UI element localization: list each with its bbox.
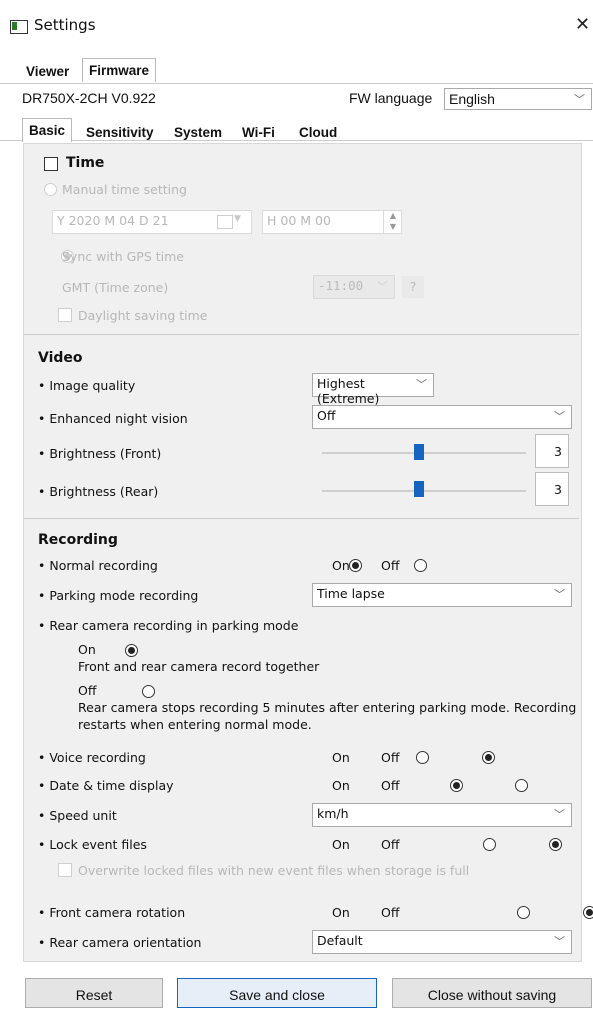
datetime-on-label: On	[332, 778, 350, 793]
rear-parking-on-label: On	[78, 642, 96, 657]
tab-wifi[interactable]: Wi-Fi	[236, 121, 281, 144]
voice-on-label: On	[332, 750, 350, 765]
speed-unit-label: • Speed unit	[38, 808, 117, 823]
image-quality-label: • Image quality	[38, 378, 136, 393]
front-rotation-on-label: On	[332, 905, 350, 920]
lock-off-label: Off	[381, 837, 400, 852]
night-vision-select[interactable]: Off ﹀	[312, 405, 572, 429]
voice-off-radio[interactable]	[481, 751, 495, 764]
normal-recording-on-radio[interactable]	[348, 559, 362, 572]
chevron-down-icon: ﹀	[377, 280, 388, 293]
tab-system[interactable]: System	[168, 121, 228, 144]
chevron-down-icon: ﹀	[574, 94, 585, 106]
manual-time-radio[interactable]	[44, 183, 57, 196]
front-rotation-label: • Front camera rotation	[38, 905, 186, 920]
save-close-button[interactable]: Save and close	[177, 978, 377, 1008]
calendar-icon[interactable]	[217, 215, 233, 229]
model-version: DR750X-2CH V0.922	[22, 90, 156, 106]
brightness-rear-label: • Brightness (Rear)	[38, 484, 159, 499]
gps-time-label: Sync with GPS time	[62, 249, 184, 264]
recording-section-title: Recording	[38, 532, 118, 548]
chevron-down-icon: ﹀	[416, 378, 427, 391]
parking-mode-select[interactable]: Time lapse ﹀	[312, 583, 572, 607]
rear-orientation-label: • Rear camera orientation	[38, 935, 202, 950]
close-without-saving-button[interactable]: Close without saving	[392, 978, 592, 1008]
image-quality-select[interactable]: Highest (Extreme) ﹀	[312, 373, 434, 406]
night-vision-label: • Enhanced night vision	[38, 411, 188, 426]
gmt-label: GMT (Time zone)	[62, 280, 169, 295]
tab-cloud[interactable]: Cloud	[293, 121, 343, 144]
window-title: Settings	[34, 16, 96, 34]
section-divider	[24, 518, 579, 519]
rear-parking-on-desc: Front and rear camera record together	[78, 659, 320, 674]
brightness-rear-thumb[interactable]	[414, 481, 424, 497]
front-rotation-off-radio[interactable]	[582, 906, 593, 919]
datetime-off-label: Off	[381, 778, 400, 793]
speed-unit-select[interactable]: km/h ﹀	[312, 803, 572, 827]
manual-time-label: Manual time setting	[62, 182, 187, 197]
fw-language-select[interactable]: English ﹀	[444, 88, 592, 110]
rear-parking-off-desc-1: Rear camera stops recording 5 minutes af…	[78, 700, 577, 715]
date-field[interactable]: Y 2020 M 04 D 21 ▼	[52, 210, 252, 234]
tab-firmware[interactable]: Firmware	[82, 58, 157, 82]
app-icon	[10, 20, 28, 34]
night-vision-value: Off	[317, 408, 336, 423]
tab-sensitivity[interactable]: Sensitivity	[80, 121, 160, 144]
rear-orientation-value: Default	[317, 933, 363, 948]
brightness-front-value: 3	[535, 434, 569, 468]
front-rotation-on-radio[interactable]	[516, 906, 530, 919]
image-quality-value: Highest (Extreme)	[317, 376, 380, 406]
fw-language-value: English	[449, 91, 495, 107]
gmt-help-button[interactable]: ?	[402, 276, 424, 298]
voice-recording-label: • Voice recording	[38, 750, 146, 765]
normal-recording-on-label: On	[332, 558, 350, 573]
time-stepper[interactable]: ▲ ▼	[383, 210, 402, 234]
reset-button[interactable]: Reset	[25, 978, 163, 1008]
datetime-display-label: • Date & time display	[38, 778, 174, 793]
front-rotation-off-label: Off	[381, 905, 400, 920]
chevron-down-icon: ▼	[234, 214, 241, 224]
voice-on-radio[interactable]	[415, 751, 429, 764]
normal-recording-label: • Normal recording	[38, 558, 158, 573]
tab-viewer[interactable]: Viewer	[20, 60, 75, 83]
lock-event-label: • Lock event files	[38, 837, 147, 852]
rear-parking-label: • Rear camera recording in parking mode	[38, 618, 299, 633]
brightness-front-label: • Brightness (Front)	[38, 446, 162, 461]
close-icon[interactable]: ✕	[575, 14, 590, 35]
date-value: Y 2020 M 04 D 21	[57, 213, 169, 228]
overwrite-checkbox[interactable]	[58, 863, 72, 877]
overwrite-label: Overwrite locked files with new event fi…	[78, 863, 470, 878]
parking-mode-label: • Parking mode recording	[38, 588, 199, 603]
time-checkbox[interactable]	[44, 157, 58, 171]
brightness-front-track[interactable]	[322, 452, 526, 454]
gmt-select[interactable]: -11:00 ﹀	[313, 275, 395, 299]
section-divider	[24, 334, 579, 335]
voice-off-label: Off	[381, 750, 400, 765]
dst-label: Daylight saving time	[78, 308, 208, 323]
datetime-on-radio[interactable]	[449, 779, 463, 792]
brightness-rear-value: 3	[535, 472, 569, 506]
tab-basic[interactable]: Basic	[22, 118, 73, 142]
chevron-down-icon: ﹀	[554, 588, 565, 601]
gmt-value: -11:00	[318, 278, 364, 293]
rear-parking-off-label: Off	[78, 683, 97, 698]
time-section-title: Time	[66, 155, 105, 171]
rear-parking-off-desc-2: restarts when entering normal mode.	[78, 717, 312, 732]
time-value: H 00 M 00	[267, 213, 331, 228]
top-tabs-divider	[0, 83, 593, 84]
chevron-down-icon: ﹀	[554, 808, 565, 821]
time-field[interactable]: H 00 M 00	[262, 210, 402, 234]
video-section-title: Video	[38, 350, 83, 366]
dst-checkbox[interactable]	[58, 308, 72, 322]
chevron-down-icon: ﹀	[554, 935, 565, 948]
chevron-down-icon: ﹀	[554, 410, 565, 423]
lock-on-label: On	[332, 837, 350, 852]
parking-mode-value: Time lapse	[317, 586, 385, 601]
brightness-front-thumb[interactable]	[414, 444, 424, 460]
brightness-rear-track[interactable]	[322, 490, 526, 492]
rear-orientation-select[interactable]: Default ﹀	[312, 930, 572, 954]
fw-language-label: FW language	[349, 90, 433, 106]
speed-unit-value: km/h	[317, 806, 349, 821]
normal-recording-off-label: Off	[381, 558, 400, 573]
